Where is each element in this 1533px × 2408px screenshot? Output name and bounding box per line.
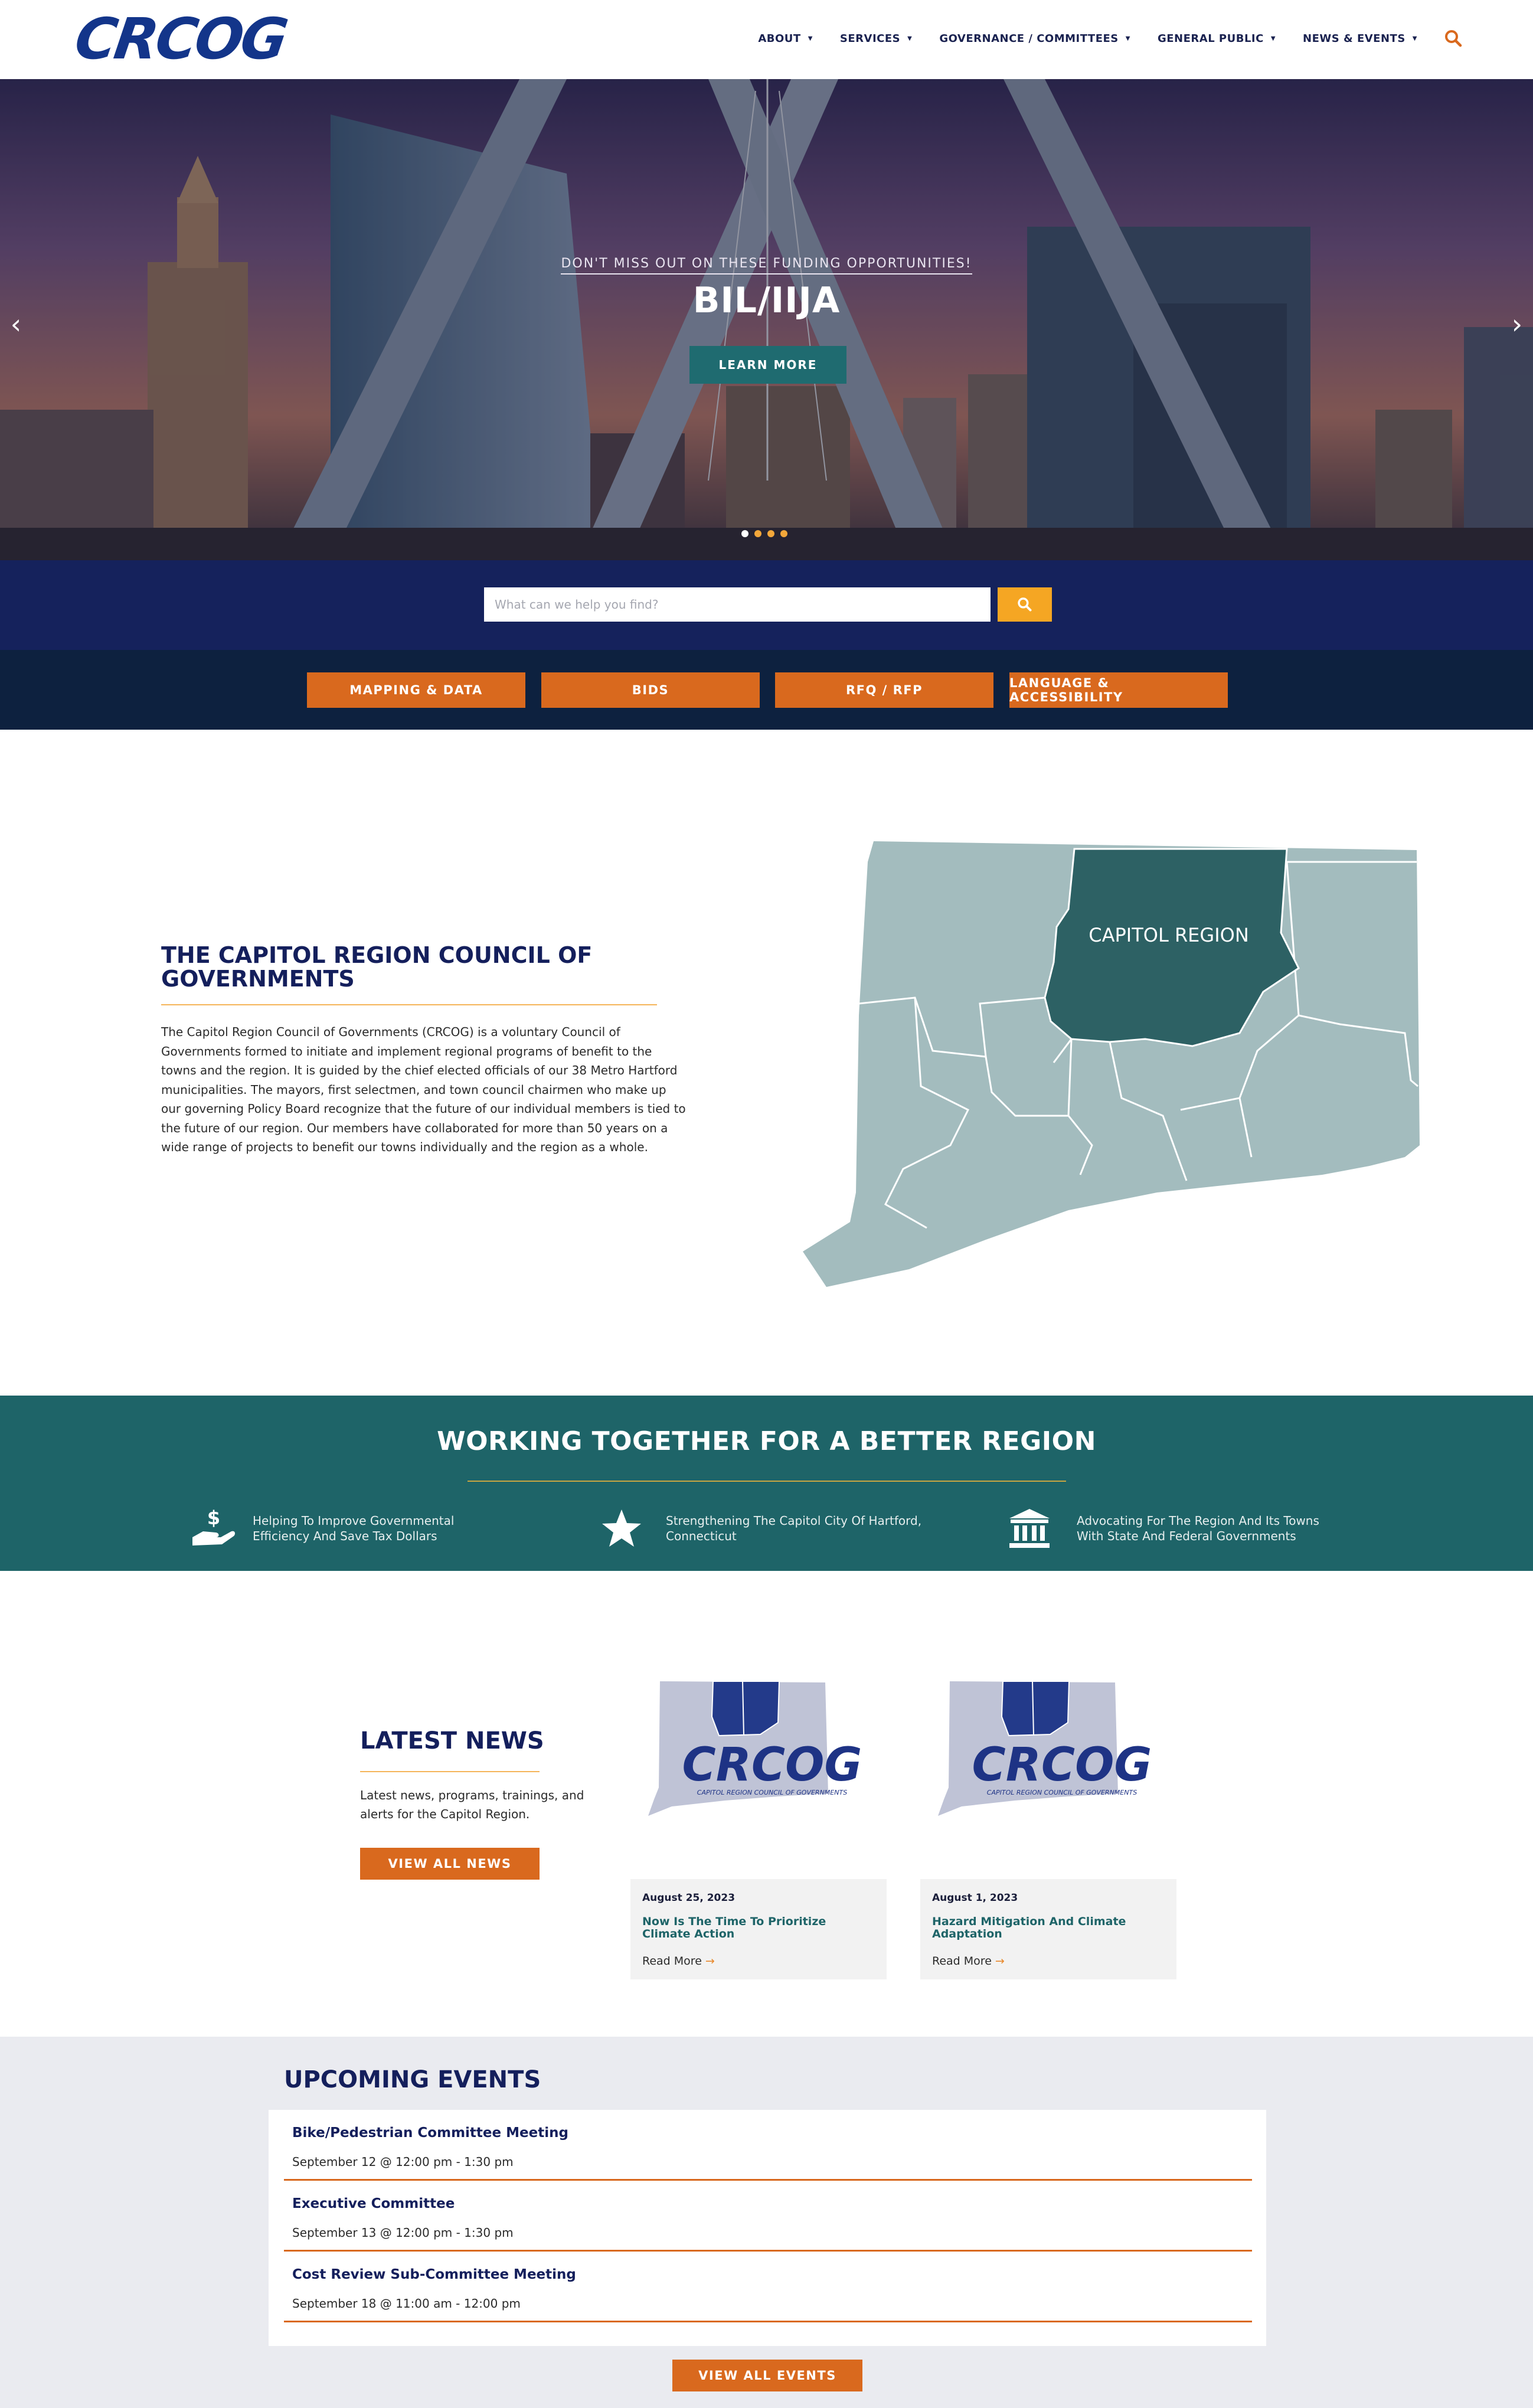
arrow-right-icon: → [995,1955,1005,1968]
news-logo-text: CRCOG [972,1739,1152,1792]
hero-subtitle-text: DON'T MISS OUT ON THESE FUNDING OPPORTUN… [561,256,972,275]
rfq-rfp-button[interactable]: RFQ / RFP [775,672,993,708]
search-icon[interactable] [1444,30,1462,47]
quick-links-band: MAPPING & DATA BIDS RFQ / RFP LANGUAGE &… [0,650,1533,730]
read-more-link[interactable]: Read More → [642,1955,875,1968]
event-item[interactable]: Executive Committee September 13 @ 12:00… [284,2181,1252,2252]
site-search-input[interactable] [484,587,991,622]
latest-news-title: LATEST NEWS [360,1727,544,1754]
news-logo-text: CRCOG [682,1739,862,1792]
nav-about[interactable]: ABOUT ▼ [758,32,813,45]
view-all-news-button[interactable]: VIEW ALL NEWS [360,1848,540,1880]
news-thumbnail[interactable]: CRCOG CAPITOL REGION COUNCIL OF GOVERNME… [920,1669,1176,1823]
caret-down-icon: ▼ [808,35,813,42]
nav-label: SERVICES [839,32,901,45]
read-more-label: Read More [642,1955,702,1968]
news-logo-tagline: CAPITOL REGION COUNCIL OF GOVERNMENTS [697,1789,847,1796]
learn-more-button[interactable]: LEARN MORE [689,346,846,384]
language-accessibility-button[interactable]: LANGUAGE & ACCESSIBILITY [1009,672,1228,708]
slider-dot[interactable] [741,530,748,537]
slider-dot[interactable] [780,530,787,537]
nav-label: GOVERNANCE / COMMITTEES [939,32,1119,45]
latest-news-description: Latest news, programs, trainings, and al… [360,1788,584,1821]
hero-subtitle: DON'T MISS OUT ON THESE FUNDING OPPORTUN… [0,256,1533,275]
working-together-band: WORKING TOGETHER FOR A BETTER REGION $ H… [0,1396,1533,1571]
nav-general-public[interactable]: GENERAL PUBLIC ▼ [1158,32,1276,45]
nav-label: GENERAL PUBLIC [1157,32,1264,45]
main-nav: ABOUT ▼ SERVICES ▼ GOVERNANCE / COMMITTEES… [758,30,1462,47]
map-region-label: CAPITOL REGION [1089,924,1249,946]
read-more-label: Read More [932,1955,992,1968]
hero-slider: DON'T MISS OUT ON THESE FUNDING OPPORTUN… [0,79,1533,560]
arrow-right-icon: → [705,1955,715,1968]
site-header: CRCOG ABOUT ▼ SERVICES ▼ GOVERNANCE / COMM… [0,0,1533,79]
about-body: The Capitol Region Council of Government… [161,1025,686,1154]
svg-text:$: $ [207,1508,220,1529]
value-item: Strengthening The Capitol City Of Hartfo… [601,1508,926,1549]
nav-label: ABOUT [758,32,801,45]
event-time: September 13 @ 12:00 pm - 1:30 pm [292,2226,514,2240]
slider-dot[interactable] [754,530,761,537]
value-text: Helping To Improve Governmental Efficien… [253,1514,455,1543]
news-date: August 1, 2023 [932,1892,1018,1904]
about-title: THE CAPITOL REGION COUNCIL OF GOVERNMENT… [161,942,593,992]
event-time: September 12 @ 12:00 pm - 1:30 pm [292,2155,514,2169]
divider [161,1004,657,1005]
event-time: September 18 @ 11:00 am - 12:00 pm [292,2296,521,2311]
chevron-right-icon[interactable]: › [1508,309,1526,339]
event-item[interactable]: Cost Review Sub-Committee Meeting Septem… [284,2252,1252,2322]
value-item: $ Helping To Improve Governmental Effici… [190,1508,477,1549]
view-all-events-button[interactable]: VIEW ALL EVENTS [672,2360,862,2391]
news-card[interactable]: CRCOG CAPITOL REGION COUNCIL OF GOVERNME… [920,1669,1176,1979]
divider [360,1771,540,1772]
slider-dots [741,530,787,537]
news-card[interactable]: CRCOG CAPITOL REGION COUNCIL OF GOVERNME… [630,1669,887,1979]
value-text: Strengthening The Capitol City Of Hartfo… [666,1514,922,1543]
mapping-data-button[interactable]: MAPPING & DATA [307,672,525,708]
events-list: Bike/Pedestrian Committee Meeting Septem… [269,2110,1266,2346]
search-band [0,560,1533,650]
caret-down-icon: ▼ [907,35,913,42]
divider [468,1481,1066,1482]
caret-down-icon: ▼ [1125,35,1130,42]
nav-news-events[interactable]: NEWS & EVENTS ▼ [1303,32,1417,45]
news-card-body: August 25, 2023 Now Is The Time To Prior… [630,1879,887,1979]
caret-down-icon: ▼ [1270,35,1276,42]
connecticut-map: CAPITOL REGION [803,841,1420,1287]
event-name[interactable]: Executive Committee [292,2196,455,2211]
news-logo-tagline: CAPITOL REGION COUNCIL OF GOVERNMENTS [987,1789,1137,1796]
working-together-title: WORKING TOGETHER FOR A BETTER REGION [437,1426,1096,1456]
nav-governance[interactable]: GOVERNANCE / COMMITTEES ▼ [939,32,1130,45]
news-headline[interactable]: Now Is The Time To Prioritize Climate Ac… [642,1916,875,1940]
government-building-icon [1009,1509,1050,1548]
news-card-body: August 1, 2023 Hazard Mitigation And Cli… [920,1879,1176,1979]
slider-dot[interactable] [767,530,774,537]
hero-title: BIL/IIJA [692,280,841,321]
nav-label: NEWS & EVENTS [1303,32,1405,45]
value-item: Advocating For The Region And Its Towns … [1008,1508,1336,1549]
upcoming-events-section: UPCOMING EVENTS Bike/Pedestrian Committe… [0,2037,1533,2408]
upcoming-events-title: UPCOMING EVENTS [284,2066,541,2093]
news-thumbnail[interactable]: CRCOG CAPITOL REGION COUNCIL OF GOVERNME… [630,1669,887,1823]
search-submit-button[interactable] [998,587,1052,622]
star-icon [602,1510,641,1547]
crcog-logo[interactable]: CRCOG [71,6,290,72]
caret-down-icon: ▼ [1412,35,1417,42]
event-name[interactable]: Bike/Pedestrian Committee Meeting [292,2125,568,2141]
event-item[interactable]: Bike/Pedestrian Committee Meeting Septem… [284,2110,1252,2181]
news-date: August 25, 2023 [642,1892,736,1904]
bids-button[interactable]: BIDS [541,672,760,708]
nav-services[interactable]: SERVICES ▼ [840,32,912,45]
value-text: Advocating For The Region And Its Towns … [1077,1514,1319,1543]
search-icon [1018,597,1032,612]
hand-dollar-icon: $ [192,1508,236,1546]
read-more-link[interactable]: Read More → [932,1955,1165,1968]
event-name[interactable]: Cost Review Sub-Committee Meeting [292,2267,576,2282]
news-headline[interactable]: Hazard Mitigation And Climate Adaptation [932,1916,1165,1940]
chevron-left-icon[interactable]: ‹ [7,309,25,339]
